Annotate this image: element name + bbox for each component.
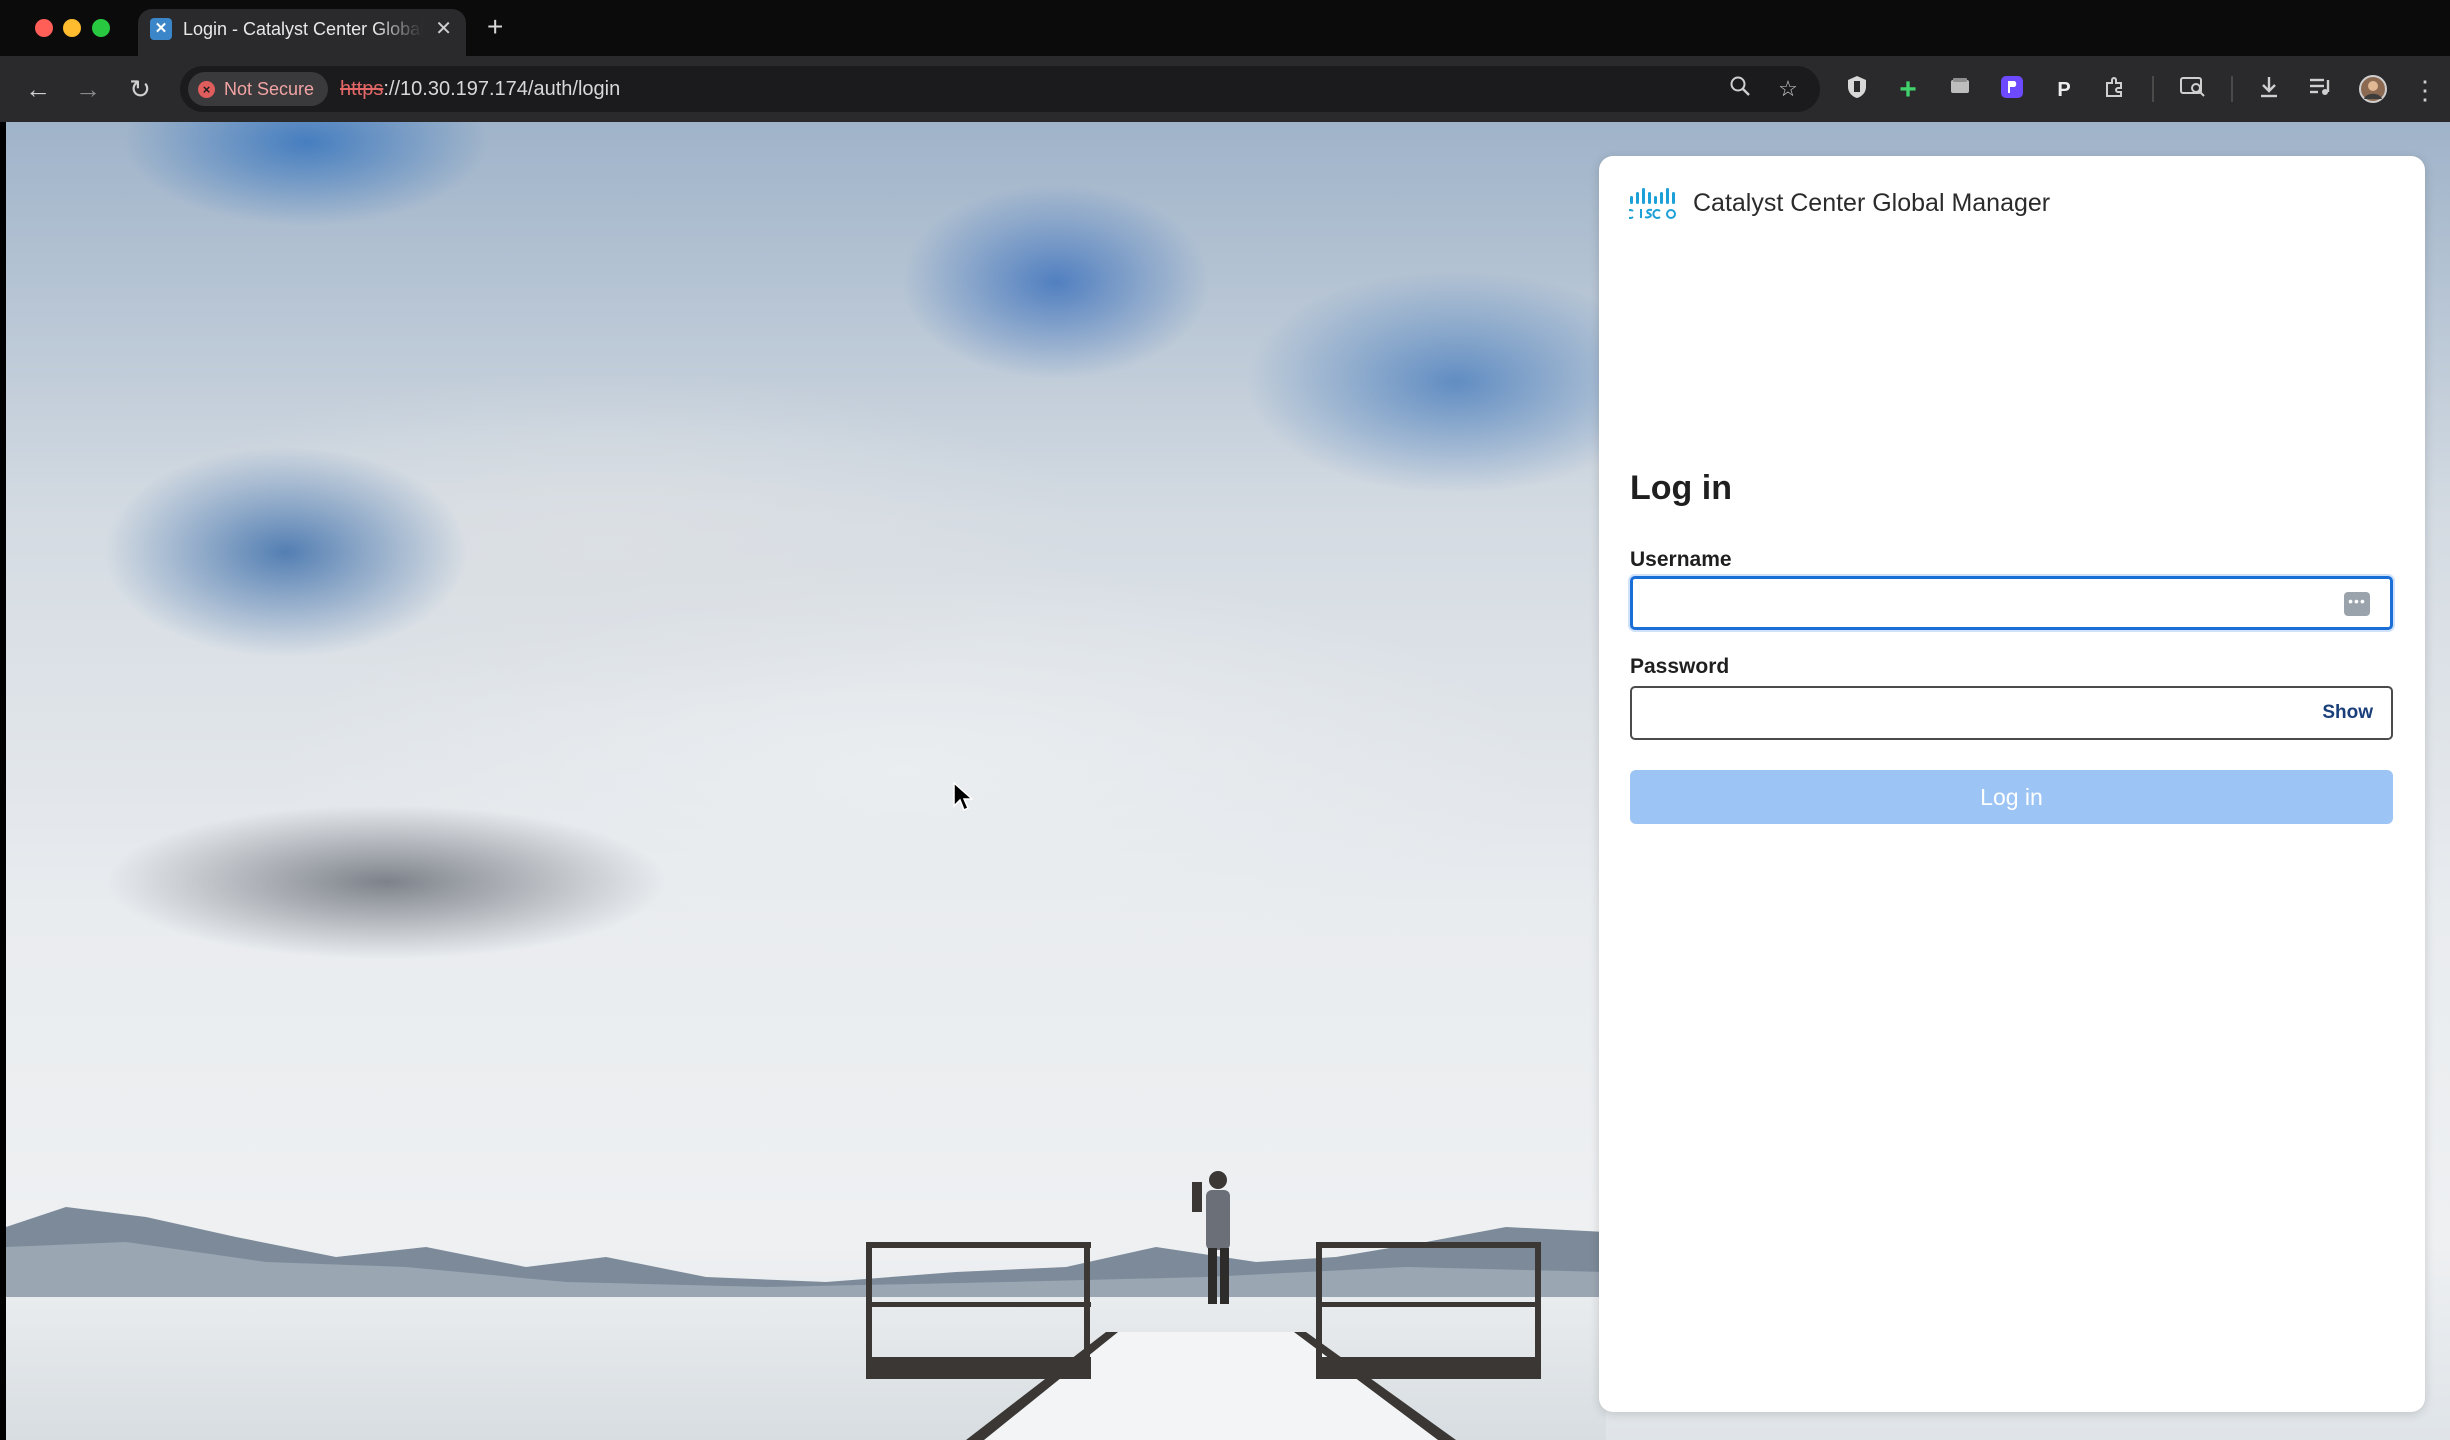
brand-header: Catalyst Center Global Manager: [1629, 186, 2050, 220]
pier-illustration: [866, 1171, 1541, 1440]
tab-close-icon[interactable]: ✕: [435, 16, 452, 42]
bookmark-star-icon[interactable]: ☆: [1774, 75, 1802, 103]
window-zoom-button[interactable]: [92, 19, 110, 37]
username-field[interactable]: •••: [1630, 576, 2393, 630]
username-label: Username: [1630, 548, 1732, 571]
login-card: Catalyst Center Global Manager Log in Us…: [1599, 156, 2425, 1412]
show-password-button[interactable]: Show: [2322, 688, 2373, 738]
security-indicator[interactable]: × Not Secure: [188, 72, 329, 106]
zoom-icon[interactable]: [1726, 75, 1754, 103]
cisco-logo-icon: [1629, 188, 1676, 219]
download-icon[interactable]: [2254, 75, 2284, 105]
browser-toolbar: ← → ↻ × Not Secure https://10.30.197.174…: [0, 56, 2450, 122]
login-heading: Log in: [1630, 469, 1732, 507]
url-text[interactable]: https://10.30.197.174/auth/login: [340, 66, 620, 112]
browser-tab-active[interactable]: ✕ Login - Catalyst Center Global Manager…: [138, 9, 466, 56]
password-manager-icon[interactable]: •••: [2344, 592, 2370, 616]
password-label: Password: [1630, 655, 1730, 678]
shield-extension-icon[interactable]: [1842, 75, 1872, 105]
new-tab-button[interactable]: +: [487, 12, 503, 42]
toolbar-divider: [2231, 76, 2233, 102]
back-button[interactable]: ←: [24, 75, 52, 103]
proton-extension-icon[interactable]: [1997, 75, 2027, 105]
tab-title: Login - Catalyst Center Global Manager: [183, 19, 423, 39]
browser-menu-icon[interactable]: ⋮: [2410, 75, 2440, 105]
product-name: Catalyst Center Global Manager: [1693, 188, 2051, 217]
warning-icon: ×: [198, 80, 215, 98]
profile-avatar-icon[interactable]: [2358, 75, 2388, 105]
puzzle-extensions-icon[interactable]: [2100, 75, 2130, 105]
address-bar[interactable]: × Not Secure https://10.30.197.174/auth/…: [180, 66, 1820, 112]
mouse-cursor-icon: [953, 782, 973, 812]
p-extension-icon[interactable]: P: [2049, 75, 2079, 105]
plus-extension-icon[interactable]: +: [1893, 75, 1923, 105]
browser-tab-bar: ✕ Login - Catalyst Center Global Manager…: [0, 0, 2450, 56]
reload-button[interactable]: ↻: [126, 75, 154, 103]
window-close-button[interactable]: [35, 19, 53, 37]
url-scheme: https: [340, 78, 384, 100]
media-queue-icon[interactable]: [2305, 75, 2335, 105]
not-secure-label: Not Secure: [224, 78, 315, 99]
toolbar-divider: [2152, 76, 2154, 102]
url-path: ://10.30.197.174/auth/login: [383, 78, 621, 100]
forward-button[interactable]: →: [74, 75, 102, 103]
wallet-extension-icon[interactable]: [1945, 75, 1975, 105]
catalyst-favicon-icon: ✕: [150, 18, 172, 40]
tab-search-icon[interactable]: [2178, 75, 2208, 105]
password-field[interactable]: Show: [1630, 686, 2393, 740]
login-button[interactable]: Log in: [1630, 770, 2393, 824]
window-minimize-button[interactable]: [63, 19, 81, 37]
